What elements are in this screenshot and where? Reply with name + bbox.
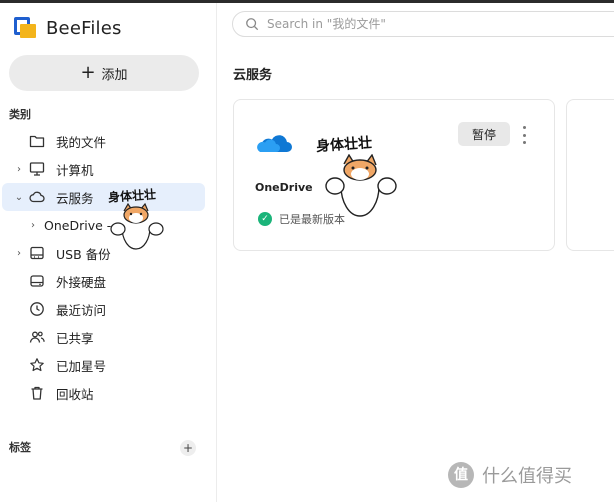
sidebar-item-label: 回收站 — [56, 386, 94, 402]
sidebar-item-label: 最近访问 — [56, 302, 107, 318]
search-bar[interactable] — [232, 11, 614, 37]
cloud-icon — [28, 188, 46, 206]
sidebar-item-starred[interactable]: 已加星号 — [2, 351, 205, 379]
sidebar-item-my-files[interactable]: 我的文件 — [2, 127, 205, 155]
brand: BeeFiles — [14, 15, 122, 41]
sidebar-item-label: OneDrive - — [44, 217, 112, 233]
search-input[interactable] — [265, 16, 569, 32]
sidebar: BeeFiles + 添加 类别 我的文件 › 计算机 ⌄ 云服务 › OneD… — [0, 3, 217, 502]
monitor-icon — [28, 160, 46, 178]
section-categories-label: 类别 — [9, 108, 31, 121]
onedrive-logo-icon — [257, 135, 292, 152]
service-name: OneDrive — [255, 181, 313, 194]
sidebar-item-label: 云服务 — [56, 190, 94, 206]
star-icon — [28, 356, 46, 374]
check-icon: ✓ — [258, 212, 272, 226]
chevron-right-icon[interactable]: › — [12, 248, 26, 259]
usb-drive-icon — [28, 244, 46, 262]
sidebar-item-computer[interactable]: › 计算机 — [2, 155, 205, 183]
watermark-badge: 值 — [448, 462, 474, 488]
hard-drive-icon — [28, 272, 46, 290]
sidebar-item-label: USB 备份 — [56, 246, 111, 262]
sidebar-item-trash[interactable]: 回收站 — [2, 379, 205, 407]
search-icon — [246, 18, 259, 31]
pause-button[interactable]: 暂停 — [458, 122, 510, 146]
section-tags-label: 标签 — [9, 441, 31, 454]
sidebar-item-external-drive[interactable]: 外接硬盘 — [2, 267, 205, 295]
app-name: BeeFiles — [46, 17, 122, 39]
sidebar-item-shared[interactable]: 已共享 — [2, 323, 205, 351]
folder-icon — [28, 132, 46, 150]
sidebar-item-cloud-services[interactable]: ⌄ 云服务 — [2, 183, 205, 211]
corgi-sticker: 身体壮壮 — [316, 134, 400, 220]
corgi-sticker: 身体壮壮 — [108, 187, 166, 253]
more-options-icon[interactable] — [520, 126, 528, 144]
watermark-text: 什么值得买 — [482, 466, 572, 487]
sidebar-item-label: 已加星号 — [56, 358, 107, 374]
sidebar-item-label: 已共享 — [56, 330, 94, 346]
sidebar-item-recent[interactable]: 最近访问 — [2, 295, 205, 323]
cloud-service-card-partial[interactable] — [566, 99, 614, 251]
sidebar-item-label: 外接硬盘 — [56, 274, 107, 290]
plus-icon: + — [80, 62, 96, 83]
trash-icon — [28, 384, 46, 402]
sidebar-item-onedrive[interactable]: › OneDrive - — [2, 211, 205, 239]
add-button-label: 添加 — [101, 67, 128, 83]
page-title: 云服务 — [233, 68, 273, 83]
chevron-right-icon[interactable]: › — [26, 220, 40, 231]
add-button[interactable]: + 添加 — [9, 55, 199, 91]
watermark: 值 什么值得买 — [448, 462, 572, 488]
sidebar-item-label: 计算机 — [56, 162, 94, 178]
users-icon — [28, 328, 46, 346]
chevron-right-icon[interactable]: › — [12, 164, 26, 175]
sidebar-item-label: 我的文件 — [56, 134, 107, 150]
app-logo-icon — [14, 17, 36, 39]
clock-icon — [28, 300, 46, 318]
add-tag-button[interactable]: + — [180, 440, 196, 456]
chevron-down-icon[interactable]: ⌄ — [12, 192, 26, 203]
sidebar-item-usb-backup[interactable]: › USB 备份 — [2, 239, 205, 267]
